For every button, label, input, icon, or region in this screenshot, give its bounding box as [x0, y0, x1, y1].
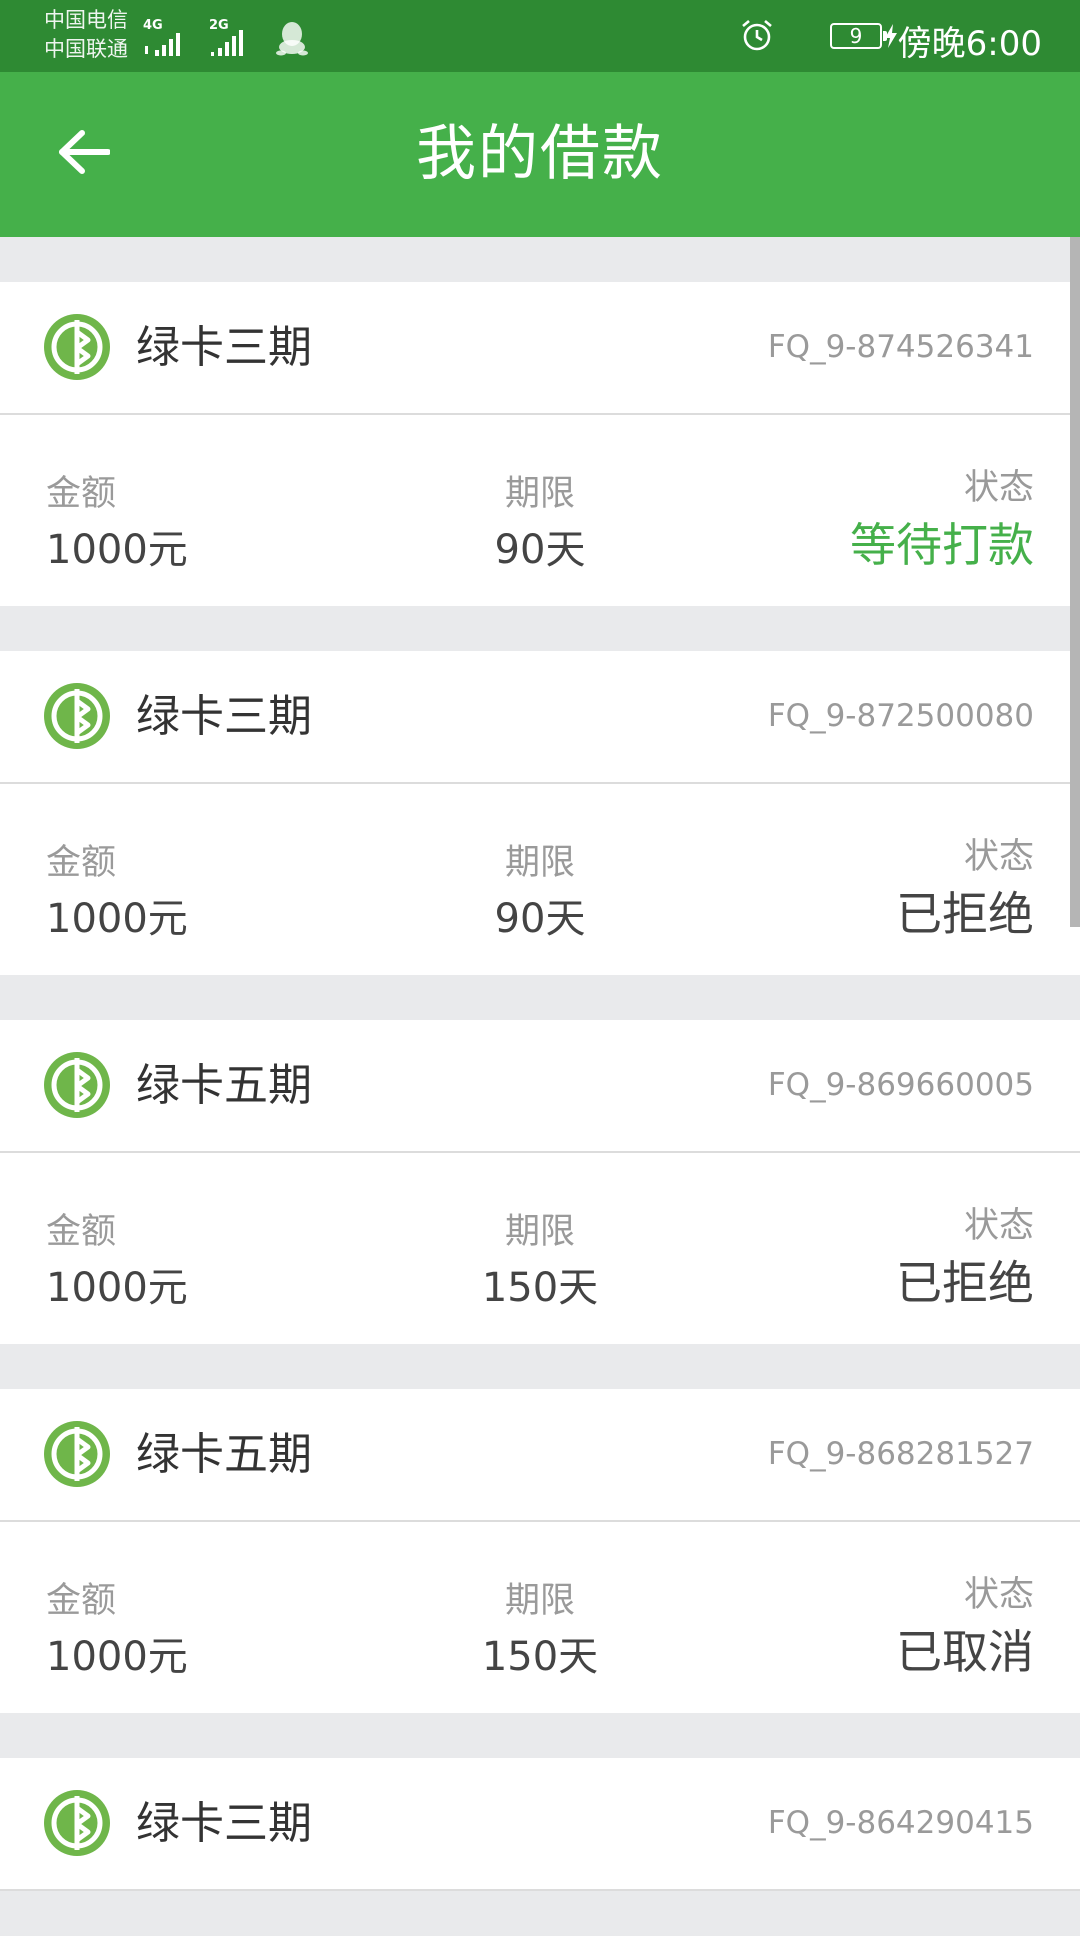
status-value: 已拒绝 — [896, 887, 1034, 941]
loan-card[interactable]: 绿卡三期 FQ_9-864290415 — [0, 1758, 1080, 1891]
brand-logo-icon — [44, 683, 110, 749]
term-value: 90天 — [494, 896, 586, 942]
page-title: 我的借款 — [416, 119, 664, 189]
loan-card[interactable]: 绿卡三期 FQ_9-872500080 金额 1000元 期限 90天 状态 已… — [0, 651, 1080, 975]
signal-1: 4G — [143, 14, 201, 58]
status-value: 已取消 — [896, 1625, 1034, 1679]
carrier-2: 中国联通 — [44, 37, 128, 61]
status-value: 等待打款 — [850, 518, 1034, 572]
charging-bolt-icon — [885, 24, 897, 48]
scrollbar[interactable] — [1070, 237, 1080, 927]
term-value: 150天 — [481, 1634, 599, 1680]
brand-logo-icon — [44, 1790, 110, 1856]
carrier-1: 中国电信 — [44, 8, 128, 32]
term-label: 期限 — [504, 1581, 575, 1621]
order-number: FQ_9-868281527 — [767, 1436, 1034, 1472]
qq-penguin-icon — [276, 22, 308, 56]
amount-value: 1000元 — [46, 896, 188, 942]
product-name: 绿卡三期 — [136, 322, 312, 373]
carrier-names: 中国电信 中国联通 — [44, 6, 128, 64]
term-label: 期限 — [504, 1212, 575, 1252]
term-value: 90天 — [494, 527, 586, 573]
status-label: 状态 — [963, 837, 1034, 877]
battery-indicator: 9 — [830, 23, 887, 49]
amount-label: 金额 — [46, 1212, 117, 1252]
status-label: 状态 — [963, 1575, 1034, 1615]
loan-card-header: 绿卡五期 FQ_9-868281527 — [0, 1389, 1080, 1522]
loan-card[interactable]: 绿卡五期 FQ_9-868281527 金额 1000元 期限 150天 状态 … — [0, 1389, 1080, 1713]
amount-label: 金额 — [46, 843, 117, 883]
amount-label: 金额 — [46, 1581, 117, 1621]
amount-label: 金额 — [46, 474, 117, 514]
brand-logo-icon — [44, 314, 110, 380]
loan-card-header: 绿卡三期 FQ_9-874526341 — [0, 282, 1080, 415]
signal-2: 2G — [209, 14, 265, 58]
product-name: 绿卡五期 — [136, 1429, 312, 1480]
product-name: 绿卡五期 — [136, 1060, 312, 1111]
loan-card-header: 绿卡五期 FQ_9-869660005 — [0, 1020, 1080, 1153]
product-name: 绿卡三期 — [136, 1798, 312, 1849]
status-bar: 中国电信 中国联通 4G 2G 9 傍晚6:00 — [0, 0, 1080, 72]
app-bar: 我的借款 — [0, 72, 1080, 237]
order-number: FQ_9-864290415 — [767, 1805, 1034, 1841]
loan-card-header: 绿卡三期 FQ_9-872500080 — [0, 651, 1080, 784]
order-number: FQ_9-869660005 — [767, 1067, 1034, 1103]
status-label: 状态 — [963, 1206, 1034, 1246]
term-value: 150天 — [481, 1265, 599, 1311]
signal-bars-icon — [211, 30, 243, 56]
amount-value: 1000元 — [46, 527, 188, 573]
brand-logo-icon — [44, 1421, 110, 1487]
status-label: 状态 — [963, 468, 1034, 508]
signal-bars-icon — [145, 33, 180, 56]
loan-card-body: 金额 1000元 期限 150天 状态 已取消 — [0, 1522, 1080, 1713]
product-name: 绿卡三期 — [136, 691, 312, 742]
amount-value: 1000元 — [46, 1265, 188, 1311]
loan-card-body: 金额 1000元 期限 90天 状态 已拒绝 — [0, 784, 1080, 975]
term-label: 期限 — [504, 843, 575, 883]
loan-card-body: 金额 1000元 期限 90天 状态 等待打款 — [0, 415, 1080, 606]
status-time: 傍晚6:00 — [897, 24, 1042, 64]
loan-card[interactable]: 绿卡三期 FQ_9-874526341 金额 1000元 期限 90天 状态 等… — [0, 282, 1080, 606]
amount-value: 1000元 — [46, 1634, 188, 1680]
alarm-clock-icon — [742, 20, 772, 51]
loan-list: 绿卡三期 FQ_9-874526341 金额 1000元 期限 90天 状态 等… — [0, 237, 1080, 1936]
loan-card-body: 金额 1000元 期限 150天 状态 已拒绝 — [0, 1153, 1080, 1344]
loan-card[interactable]: 绿卡五期 FQ_9-869660005 金额 1000元 期限 150天 状态 … — [0, 1020, 1080, 1344]
term-label: 期限 — [504, 474, 575, 514]
order-number: FQ_9-874526341 — [767, 329, 1034, 365]
loan-card-header: 绿卡三期 FQ_9-864290415 — [0, 1758, 1080, 1891]
status-value: 已拒绝 — [896, 1256, 1034, 1310]
order-number: FQ_9-872500080 — [767, 698, 1034, 734]
brand-logo-icon — [44, 1052, 110, 1118]
